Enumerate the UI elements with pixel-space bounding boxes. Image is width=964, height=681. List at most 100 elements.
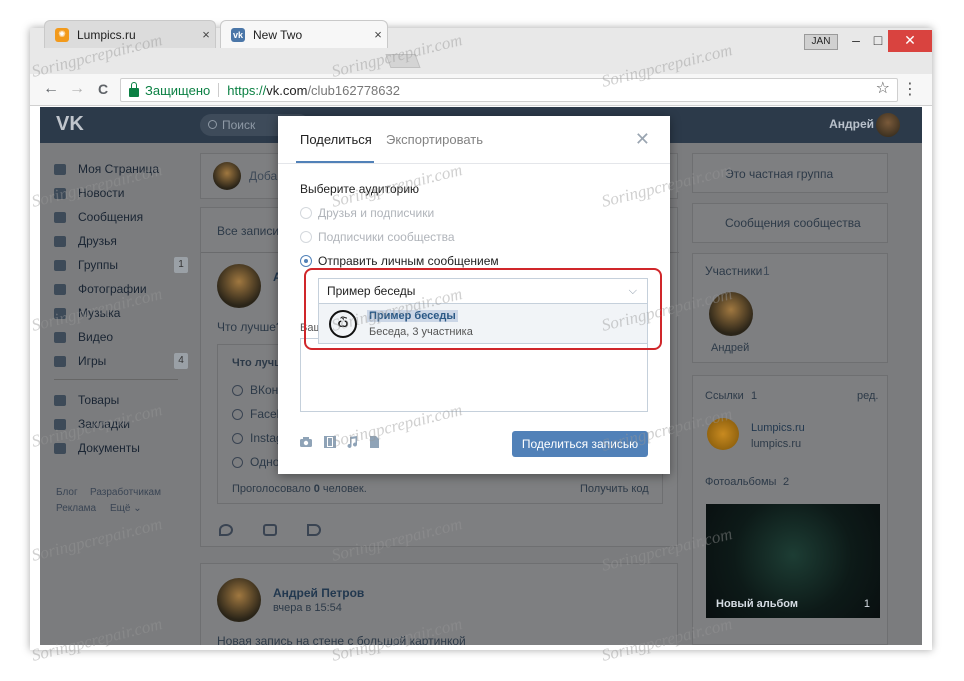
- nav-label: Сообщения: [78, 210, 144, 224]
- message-textarea[interactable]: [300, 338, 648, 412]
- links-edit-link[interactable]: ред.: [857, 390, 878, 402]
- radio-button[interactable]: [300, 207, 312, 219]
- footer-blog-link[interactable]: Блог: [56, 487, 78, 498]
- address-bar-row: ← → C Защищено https:// vk.com /club1627…: [30, 74, 932, 106]
- voted-prefix: Проголосовало: [232, 483, 314, 495]
- tab-close-icon[interactable]: ×: [197, 27, 215, 42]
- poll-radio[interactable]: [232, 457, 243, 468]
- tab-export[interactable]: Экспортировать: [386, 132, 483, 147]
- community-messages-button[interactable]: Сообщения сообщества: [692, 203, 888, 243]
- tab-lumpics[interactable]: ✺ Lumpics.ru ×: [44, 20, 216, 48]
- left-nav: Моя Страница Новости Сообщения Друзья Гр…: [54, 157, 188, 460]
- nav-item-goods[interactable]: Товары: [54, 388, 188, 412]
- nav-item-messages[interactable]: Сообщения: [54, 205, 188, 229]
- nav-label: Видео: [78, 330, 114, 344]
- video-icon[interactable]: [324, 436, 336, 448]
- members-count: 1: [763, 264, 770, 278]
- avatar[interactable]: [217, 578, 261, 622]
- bag-icon: [54, 394, 66, 406]
- tab-all-posts[interactable]: Все записи: [217, 224, 279, 238]
- share-arrow-icon[interactable]: [307, 524, 321, 536]
- secure-label: Защищено: [145, 82, 211, 98]
- chat-suggestion-item[interactable]: ѽ Пример беседы Беседа, 3 участника: [318, 304, 648, 344]
- new-tab-button[interactable]: [385, 54, 421, 68]
- audience-label: Выберите аудиторию: [300, 182, 420, 196]
- nav-item-bookmarks[interactable]: Закладки: [54, 412, 188, 436]
- avatar[interactable]: [709, 292, 753, 336]
- poll-option[interactable]: Одно: [250, 455, 279, 469]
- avatar[interactable]: [217, 264, 261, 308]
- vk-user-name[interactable]: Андрей: [829, 117, 874, 131]
- chevron-down-icon[interactable]: ⌵: [629, 279, 637, 303]
- nav-item-documents[interactable]: Документы: [54, 436, 188, 460]
- post-time[interactable]: вчера в 15:54: [273, 602, 342, 614]
- camera-icon[interactable]: [300, 436, 312, 448]
- nav-label: Товары: [78, 393, 120, 407]
- option-community-subscribers[interactable]: Подписчики сообщества: [300, 230, 455, 244]
- reload-icon[interactable]: C: [92, 81, 114, 97]
- footer-ads-link[interactable]: Реклама: [56, 503, 96, 514]
- comment-icon[interactable]: [263, 524, 277, 536]
- profile-badge[interactable]: JAN: [804, 34, 838, 50]
- orange-favicon-icon: ✺: [55, 27, 69, 42]
- post-author[interactable]: Андрей Петров: [273, 586, 364, 600]
- nav-item-news[interactable]: Новости: [54, 181, 188, 205]
- message-icon: [54, 211, 66, 223]
- close-window-button[interactable]: ✕: [888, 30, 932, 52]
- gamepad-icon: [54, 355, 66, 367]
- forward-arrow-icon[interactable]: →: [66, 80, 88, 98]
- post-text: Что лучше?: [217, 320, 283, 334]
- url-path: /club162778632: [307, 82, 400, 98]
- orange-link-icon[interactable]: [707, 418, 739, 450]
- nav-item-groups[interactable]: Группы 1: [54, 253, 188, 277]
- share-dialog: Поделиться Экспортировать ✕ Выберите ауд…: [278, 116, 670, 474]
- close-icon[interactable]: ✕: [635, 129, 650, 150]
- groups-icon: [54, 259, 66, 271]
- nav-label: Музыка: [78, 306, 121, 320]
- chat-select-dropdown[interactable]: Пример беседы ⌵: [318, 278, 648, 304]
- share-post-button[interactable]: Поделиться записью: [512, 431, 648, 457]
- option-friends-followers[interactable]: Друзья и подписчики: [300, 206, 434, 220]
- music-icon[interactable]: [346, 436, 358, 448]
- nav-item-games[interactable]: Игры 4: [54, 349, 188, 373]
- browser-menu-icon[interactable]: ⋮: [902, 79, 918, 99]
- nav-item-video[interactable]: Видео: [54, 325, 188, 349]
- nav-item-photos[interactable]: Фотографии: [54, 277, 188, 301]
- tab-label: New Two: [253, 27, 303, 42]
- links-count: 1: [751, 390, 758, 402]
- poll-option[interactable]: ВКон: [250, 383, 278, 397]
- albums-title[interactable]: Фотоальбомы: [705, 476, 776, 488]
- tab-close-icon[interactable]: ×: [369, 27, 387, 42]
- member-name[interactable]: Андрей: [711, 342, 749, 354]
- radio-button-selected[interactable]: [300, 255, 312, 267]
- option-private-message[interactable]: Отправить личным сообщением: [300, 254, 499, 268]
- vk-logo[interactable]: VK: [56, 113, 84, 136]
- music-icon: [54, 307, 66, 319]
- radio-button[interactable]: [300, 231, 312, 243]
- nav-item-my-page[interactable]: Моя Страница: [54, 157, 188, 181]
- private-group-label: Это частная группа: [725, 167, 834, 181]
- footer-more-link[interactable]: Ещё ⌄: [110, 503, 142, 514]
- album-thumbnail[interactable]: Новый альбом 1: [706, 504, 880, 618]
- nav-item-friends[interactable]: Друзья: [54, 229, 188, 253]
- document-icon[interactable]: [368, 436, 380, 448]
- get-code-link[interactable]: Получить код: [580, 483, 649, 495]
- poll-radio[interactable]: [232, 409, 243, 420]
- divider: [54, 379, 178, 380]
- tab-new-two[interactable]: vk New Two ×: [220, 20, 388, 48]
- url-bar[interactable]: Защищено https:// vk.com /club162778632: [120, 78, 898, 102]
- poll-radio[interactable]: [232, 385, 243, 396]
- like-heart-icon[interactable]: [219, 524, 233, 536]
- url-scheme: https://: [227, 82, 267, 98]
- avatar[interactable]: [876, 113, 900, 137]
- nav-label: Новости: [78, 186, 125, 200]
- bookmark-star-icon[interactable]: ☆: [876, 78, 890, 98]
- tab-share[interactable]: Поделиться: [300, 132, 372, 147]
- nav-item-music[interactable]: Музыка: [54, 301, 188, 325]
- poll-radio[interactable]: [232, 433, 243, 444]
- footer-dev-link[interactable]: Разработчикам: [90, 487, 161, 498]
- back-arrow-icon[interactable]: ←: [40, 80, 62, 98]
- members-title[interactable]: Участники: [705, 264, 762, 278]
- links-title[interactable]: Ссылки: [705, 390, 744, 402]
- link-name[interactable]: Lumpics.ru: [751, 422, 805, 434]
